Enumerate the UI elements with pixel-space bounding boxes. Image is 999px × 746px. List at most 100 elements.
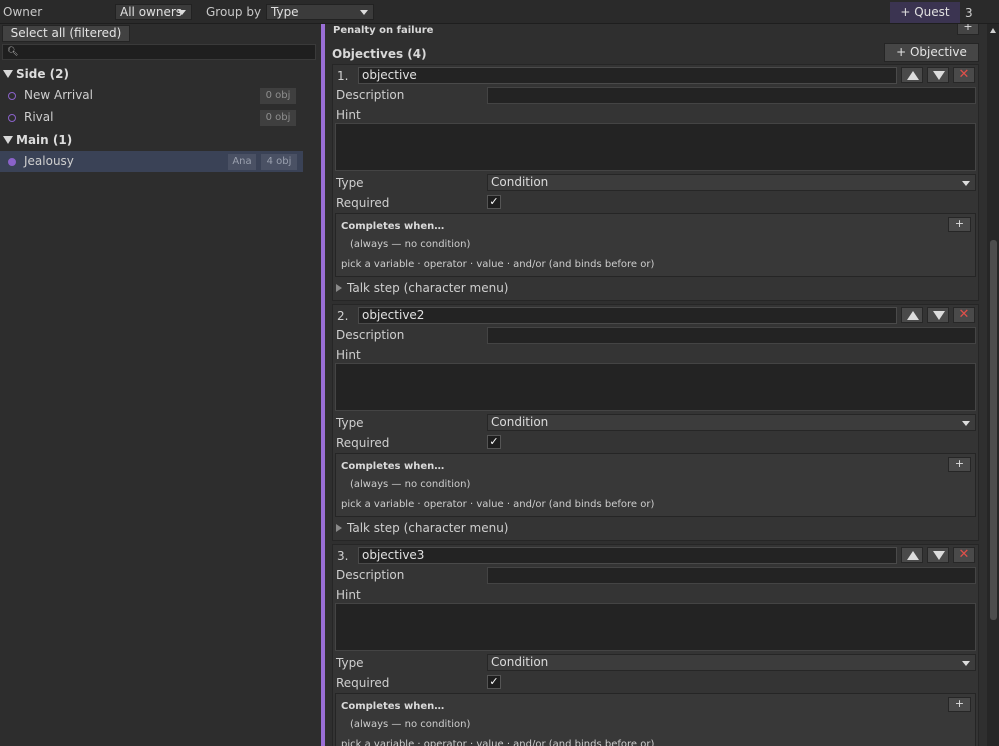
move-down-button[interactable] <box>927 547 949 563</box>
add-condition-button[interactable]: + <box>948 697 971 712</box>
groupby-dropdown[interactable]: Type <box>266 4 374 20</box>
close-icon: ✕ <box>958 307 970 322</box>
caret-down-icon <box>962 181 970 186</box>
hint-textarea[interactable] <box>335 123 976 171</box>
add-condition-button[interactable]: + <box>948 457 971 472</box>
search-input[interactable]: 🔍︎ <box>2 44 316 60</box>
objective-card: 1. objective ✕ Description Hint Type Con… <box>332 64 979 301</box>
objective-card: 3. objective3 ✕ Description Hint Type Co… <box>332 544 979 746</box>
objective-count-badge: 4 obj <box>261 154 297 170</box>
type-dropdown[interactable]: Condition <box>487 174 976 191</box>
quest-editor-panel: Penalty on failure + Objectives (4) + Ob… <box>325 24 987 746</box>
move-down-button[interactable] <box>927 67 949 83</box>
type-dropdown-value: Condition <box>491 655 549 669</box>
condition-box: Completes when… + (always — no condition… <box>335 693 976 746</box>
completes-when-label: Completes when… <box>341 221 445 232</box>
condition-box: Completes when… + (always — no condition… <box>335 453 976 517</box>
caret-down-icon <box>178 10 186 15</box>
triangle-right-icon <box>336 284 342 292</box>
quest-item-rival[interactable]: Rival 0 obj <box>0 107 303 128</box>
delete-objective-button[interactable]: ✕ <box>953 307 975 323</box>
objective-count-badge: 0 obj <box>260 88 296 104</box>
add-penalty-button[interactable]: + <box>957 24 979 35</box>
close-icon: ✕ <box>958 547 970 562</box>
talk-step-toggle[interactable]: Talk step (character menu) <box>336 521 509 535</box>
description-input[interactable] <box>487 327 976 344</box>
owner-dropdown-value: All owners <box>120 5 183 19</box>
talk-step-toggle[interactable]: Talk step (character menu) <box>336 281 509 295</box>
type-label: Type <box>336 176 364 190</box>
caret-down-icon <box>962 661 970 666</box>
completes-when-label: Completes when… <box>341 701 445 712</box>
delete-objective-button[interactable]: ✕ <box>953 67 975 83</box>
objective-name-input[interactable]: objective2 <box>358 307 897 324</box>
required-checkbox[interactable]: ✓ <box>487 675 501 689</box>
objective-card: 2. objective2 ✕ Description Hint Type Co… <box>332 304 979 541</box>
condition-box: Completes when… + (always — no condition… <box>335 213 976 277</box>
type-label: Type <box>336 416 364 430</box>
arrow-down-icon <box>933 551 945 560</box>
select-all-button[interactable]: Select all (filtered) <box>2 25 130 42</box>
owner-dropdown[interactable]: All owners <box>115 4 192 20</box>
status-dot-icon <box>8 158 16 166</box>
description-label: Description <box>336 328 405 342</box>
arrow-down-icon <box>933 311 945 320</box>
checkmark-icon: ✓ <box>489 195 499 208</box>
hint-textarea[interactable] <box>335 603 976 651</box>
type-dropdown-value: Condition <box>491 175 549 189</box>
objective-index: 1. <box>337 69 349 83</box>
required-label: Required <box>336 196 390 210</box>
quest-name: Rival <box>24 110 54 124</box>
add-objective-button[interactable]: + Objective <box>884 43 979 62</box>
type-dropdown-value: Condition <box>491 415 549 429</box>
no-condition-text: (always — no condition) <box>350 479 471 490</box>
editor-scrollbar[interactable] <box>987 24 999 746</box>
triangle-down-icon <box>3 70 13 78</box>
type-dropdown[interactable]: Condition <box>487 654 976 671</box>
add-quest-button[interactable]: + Quest <box>890 2 960 23</box>
add-condition-button[interactable]: + <box>948 217 971 232</box>
hint-textarea[interactable] <box>335 363 976 411</box>
objective-name-input[interactable]: objective3 <box>358 547 897 564</box>
objectives-header: Objectives (4) <box>332 47 427 61</box>
group-header-side[interactable]: Side (2) <box>3 67 69 81</box>
type-dropdown[interactable]: Condition <box>487 414 976 431</box>
completes-when-label: Completes when… <box>341 461 445 472</box>
description-input[interactable] <box>487 567 976 584</box>
arrow-up-icon <box>907 551 919 560</box>
required-checkbox[interactable]: ✓ <box>487 435 501 449</box>
search-icon: 🔍︎ <box>7 47 19 57</box>
description-label: Description <box>336 88 405 102</box>
talk-step-label: Talk step (character menu) <box>347 281 509 295</box>
move-up-button[interactable] <box>901 67 923 83</box>
required-label: Required <box>336 676 390 690</box>
scrollbar-thumb[interactable] <box>990 240 997 620</box>
objective-count-badge: 0 obj <box>260 110 296 126</box>
checkmark-icon: ✓ <box>489 675 499 688</box>
condition-help-text: pick a variable · operator · value · and… <box>341 259 655 270</box>
quest-name: New Arrival <box>24 88 93 102</box>
owner-badge: Ana <box>228 154 256 170</box>
delete-objective-button[interactable]: ✕ <box>953 547 975 563</box>
group-header-label: Side (2) <box>16 67 69 81</box>
quest-item-jealousy[interactable]: Jealousy Ana 4 obj <box>0 151 303 172</box>
status-circle-icon <box>8 114 16 122</box>
scroll-up-arrow-icon[interactable] <box>990 28 996 33</box>
objective-name-input[interactable]: objective <box>358 67 897 84</box>
quest-name: Jealousy <box>24 154 74 168</box>
top-toolbar: Owner All owners Group by Type + Quest 3 <box>0 0 999 24</box>
condition-help-text: pick a variable · operator · value · and… <box>341 499 655 510</box>
description-input[interactable] <box>487 87 976 104</box>
group-header-main[interactable]: Main (1) <box>3 133 72 147</box>
move-up-button[interactable] <box>901 547 923 563</box>
required-checkbox[interactable]: ✓ <box>487 195 501 209</box>
close-icon: ✕ <box>958 67 970 82</box>
arrow-down-icon <box>933 71 945 80</box>
quest-item-new-arrival[interactable]: New Arrival 0 obj <box>0 85 303 106</box>
move-up-button[interactable] <box>901 307 923 323</box>
no-condition-text: (always — no condition) <box>350 239 471 250</box>
triangle-right-icon <box>336 524 342 532</box>
move-down-button[interactable] <box>927 307 949 323</box>
owner-label: Owner <box>3 5 43 19</box>
caret-down-icon <box>962 421 970 426</box>
